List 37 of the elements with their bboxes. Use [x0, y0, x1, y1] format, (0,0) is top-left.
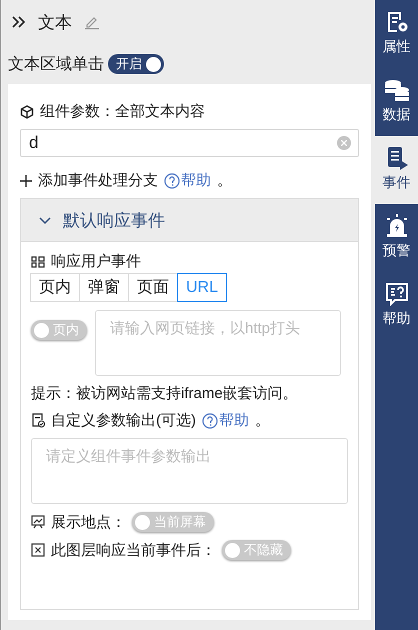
help-link[interactable]: 帮助: [181, 171, 211, 190]
sidebar-tab[interactable]: 属性: [375, 0, 418, 68]
period: 。: [255, 411, 270, 430]
period: 。: [217, 171, 232, 190]
output-label: 自定义参数输出(可选): [51, 411, 196, 430]
grid-icon: [31, 256, 45, 268]
link-type-tab[interactable]: 弹窗: [79, 273, 129, 302]
presentation-icon: [31, 515, 45, 529]
help-bubble-icon: [384, 282, 410, 306]
click-toggle[interactable]: 开启: [108, 54, 164, 74]
option-label: 展示地点：: [51, 512, 126, 532]
option-label: 此图层响应当前事件后：: [51, 540, 216, 560]
help-link[interactable]: 帮助: [219, 411, 249, 430]
help-icon[interactable]: [202, 412, 218, 428]
sidebar-tab[interactable]: 事件: [375, 136, 418, 204]
cube-icon: [20, 104, 34, 118]
param-label: 组件参数：全部文本内容: [40, 102, 205, 121]
output-input[interactable]: 请定义组件事件参数输出: [31, 438, 348, 504]
add-branch-label[interactable]: 添加事件处理分支: [38, 171, 158, 190]
hint-text: 提示：被访网站需支持iframe嵌套访问。: [31, 384, 299, 403]
sidebar-tab[interactable]: 数据: [375, 68, 418, 136]
link-type-tab[interactable]: 页内: [30, 273, 80, 302]
sidebar-tab[interactable]: 帮助: [375, 272, 418, 340]
link-type-tab[interactable]: 页面: [128, 273, 178, 302]
url-input[interactable]: 请输入网页链接，以http打头: [95, 310, 341, 376]
panel-title: 文本: [38, 12, 72, 34]
database-icon: [384, 78, 410, 102]
close-box-icon: [31, 543, 45, 557]
sidebar-tab[interactable]: 预警: [375, 204, 418, 272]
section-label: 响应用户事件: [51, 252, 141, 271]
expand-icon[interactable]: [12, 16, 26, 28]
toggle-label: 文本区域单击: [8, 54, 104, 74]
section-header[interactable]: 默认响应事件: [21, 199, 358, 242]
document-check-icon: [31, 413, 45, 428]
help-icon[interactable]: [164, 172, 180, 188]
plus-icon[interactable]: [20, 174, 32, 186]
param-input[interactable]: d: [20, 129, 359, 157]
